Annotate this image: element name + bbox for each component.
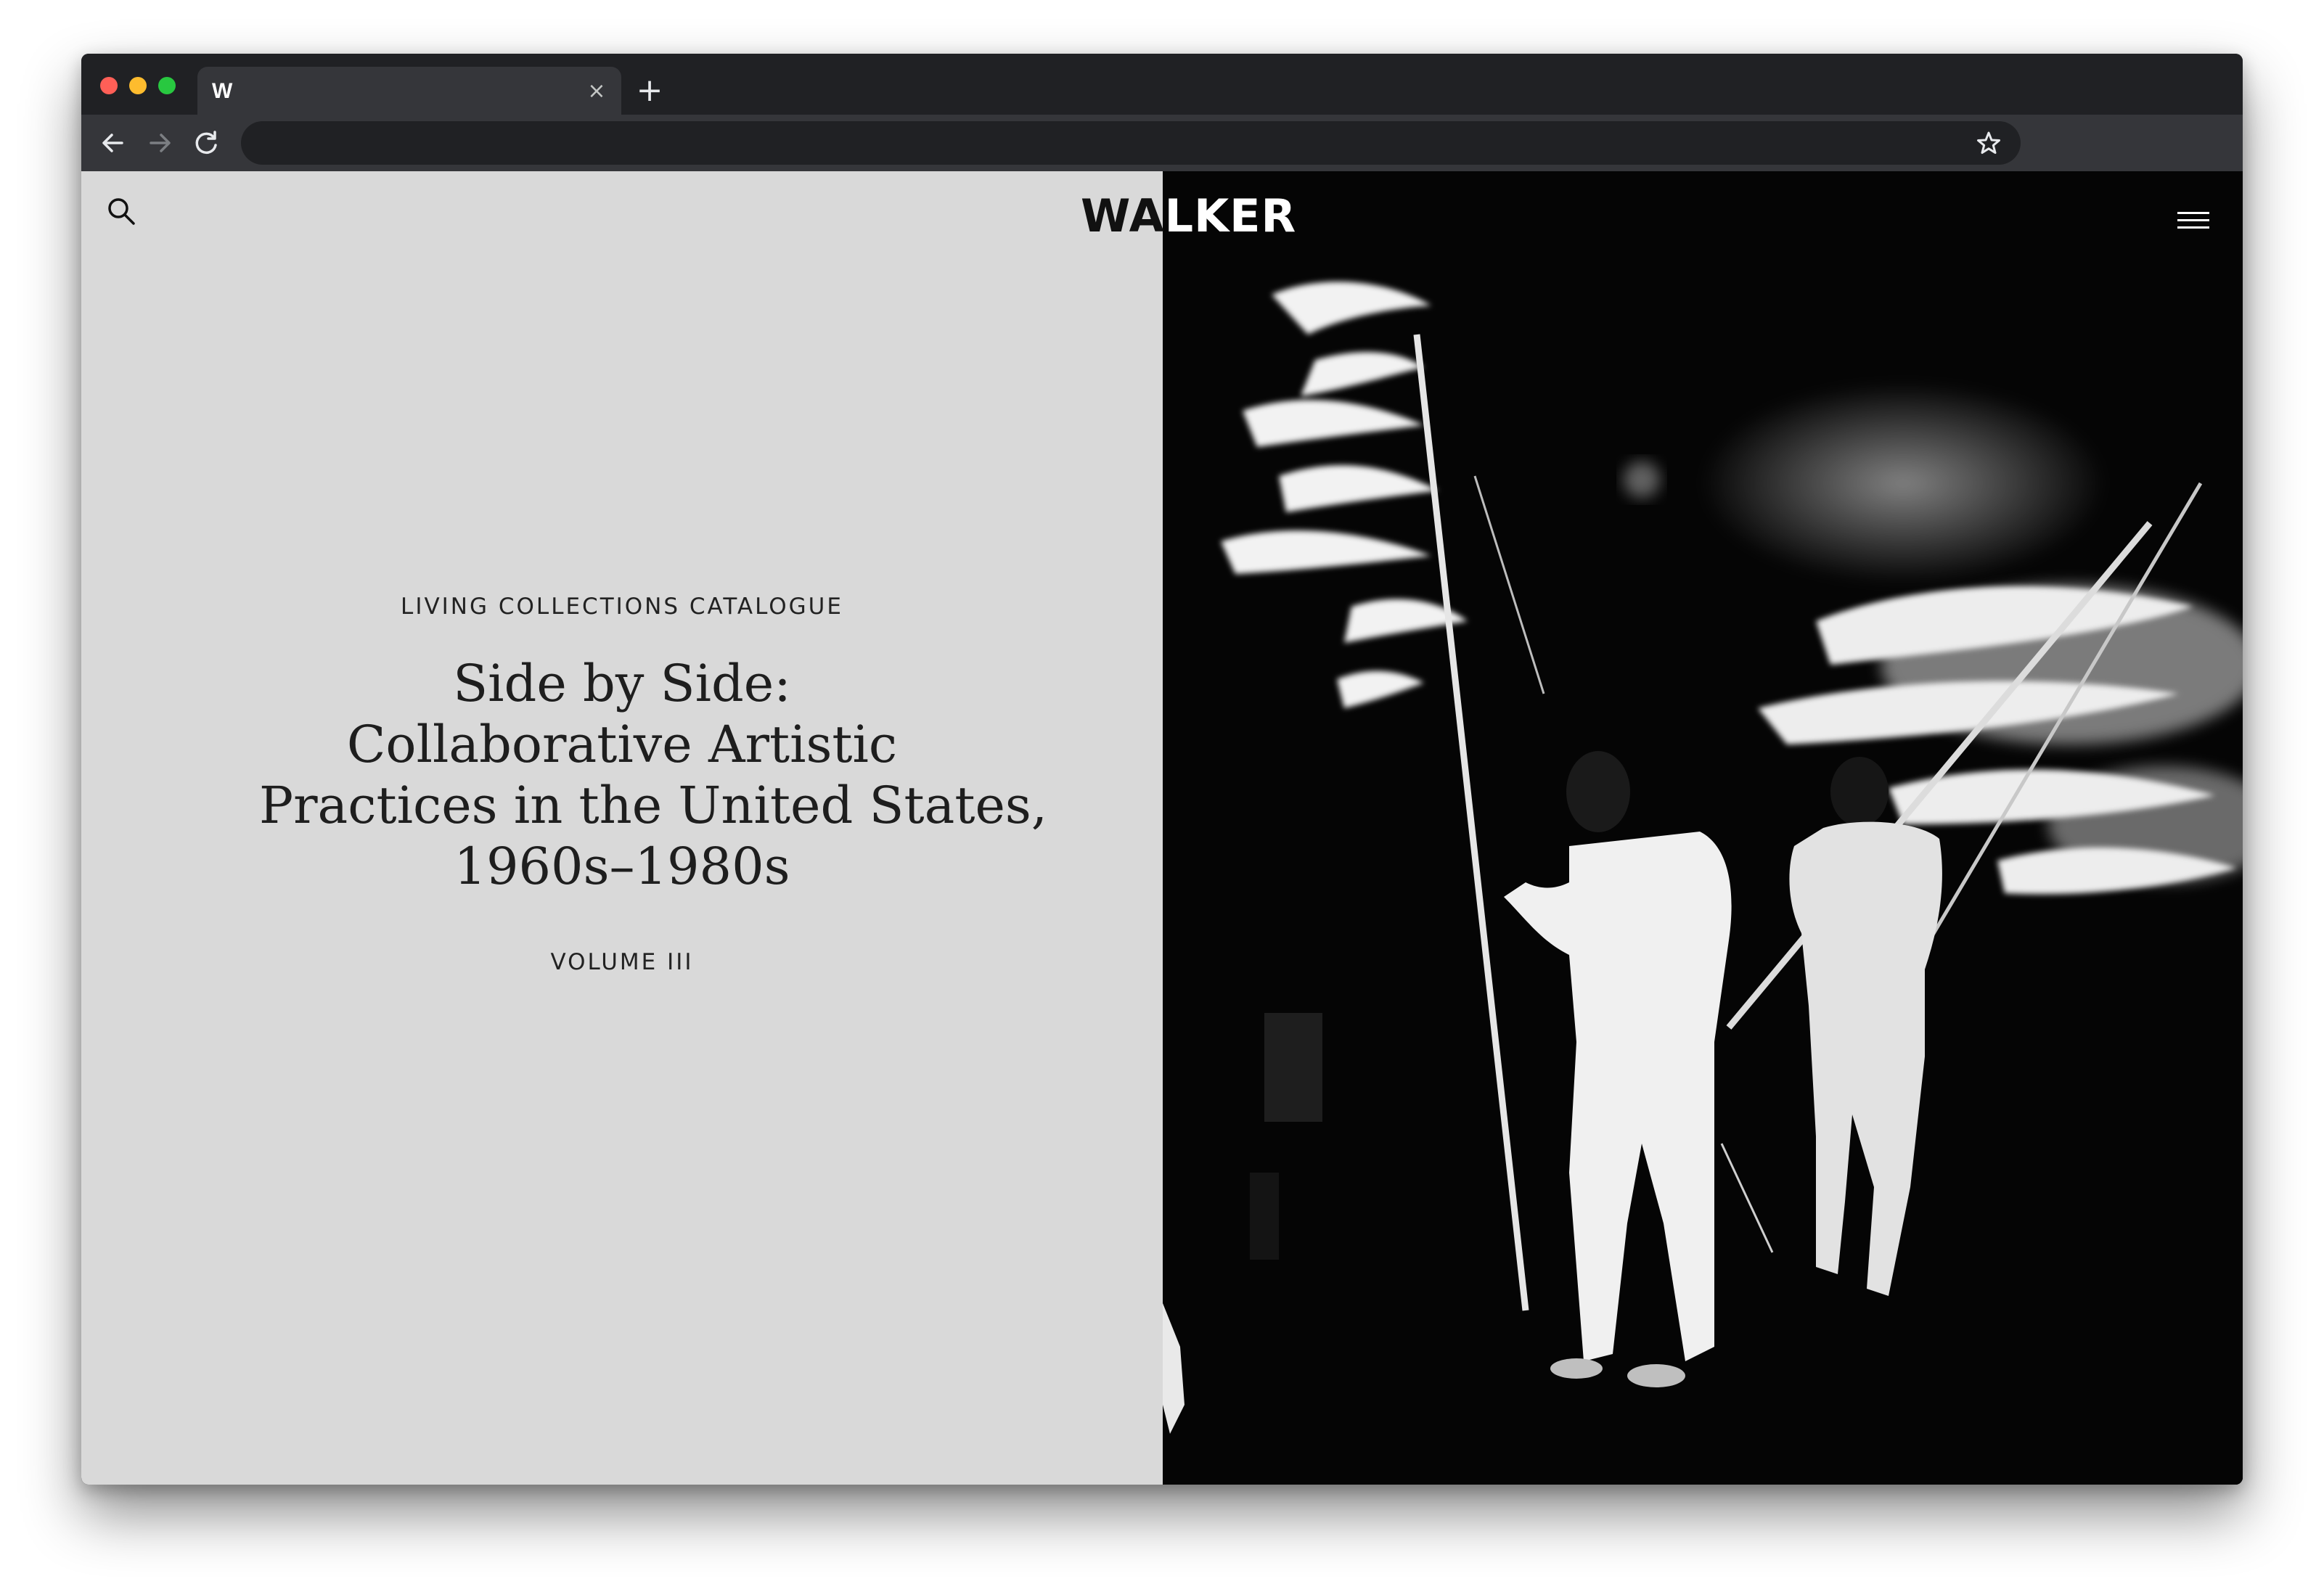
tab-strip: W × + <box>81 54 2243 115</box>
arrow-left-icon[interactable] <box>96 126 131 160</box>
logo-right: LKER <box>1164 189 1297 242</box>
close-window-button[interactable] <box>100 77 118 94</box>
hamburger-icon[interactable] <box>2172 206 2219 235</box>
arrow-right-icon[interactable] <box>142 126 177 160</box>
browser-tab[interactable]: W × <box>197 67 621 115</box>
catalogue-eyebrow: LIVING COLLECTIONS CATALOGUE <box>401 594 843 620</box>
hero-photograph <box>1163 171 2243 1485</box>
title-line: 1960s–1980s <box>454 837 790 896</box>
star-icon[interactable] <box>1971 126 2006 160</box>
tab-favicon: W <box>212 79 233 103</box>
menu-bar <box>2177 219 2209 221</box>
new-tab-button[interactable]: + <box>631 73 668 109</box>
catalogue-title-panel: LIVING COLLECTIONS CATALOGUE Side by Sid… <box>81 171 1163 1485</box>
title-line: Collaborative Artistic <box>346 715 898 774</box>
tab-close-icon[interactable]: × <box>582 77 611 106</box>
volume-label: VOLUME III <box>550 949 694 975</box>
walker-logo[interactable]: WALKER <box>1081 187 1298 245</box>
logo-left: WA <box>1081 189 1165 242</box>
minimize-window-button[interactable] <box>129 77 147 94</box>
catalogue-title: Side by Side: Collaborative Artistic Pra… <box>259 653 1048 897</box>
title-line: Side by Side: <box>453 654 791 713</box>
browser-window: W × + LIVING COLLECTIONS CATALOGUE Side … <box>81 54 2243 1485</box>
menu-bar <box>2177 212 2209 214</box>
address-bar[interactable] <box>241 121 2021 165</box>
web-page: LIVING COLLECTIONS CATALOGUE Side by Sid… <box>81 171 2243 1485</box>
search-icon[interactable] <box>103 193 139 229</box>
browser-toolbar <box>81 115 2243 171</box>
menu-bar <box>2177 226 2209 229</box>
maximize-window-button[interactable] <box>158 77 176 94</box>
reload-icon[interactable] <box>189 126 224 160</box>
title-line: Practices in the United States, <box>259 776 1048 835</box>
